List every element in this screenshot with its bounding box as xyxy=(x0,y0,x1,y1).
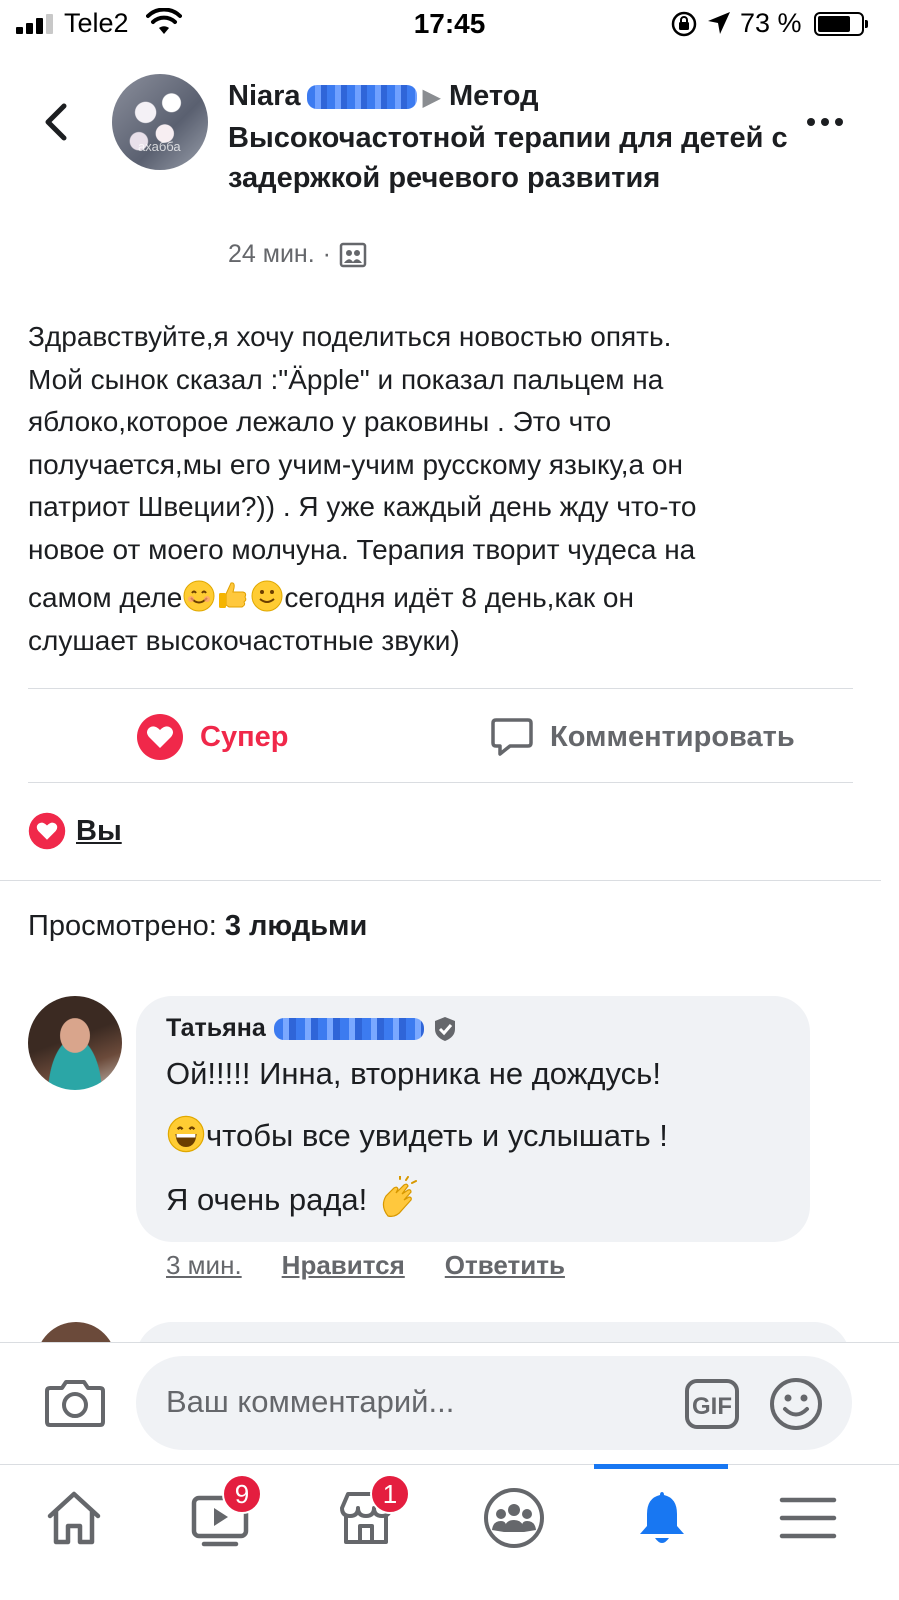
redacted-name xyxy=(306,85,417,110)
marketplace-badge: 1 xyxy=(370,1474,410,1514)
comment-text: чтобы все увидеть и услышать ! xyxy=(206,1118,668,1153)
post-line: слушает высокочастотные звуки) xyxy=(28,624,460,656)
menu-icon[interactable] xyxy=(776,1486,840,1550)
comment-button[interactable]: Комментировать xyxy=(490,712,795,762)
active-tab-indicator xyxy=(594,1464,728,1469)
post-line-text: сегодня идёт 8 день,как он xyxy=(284,582,634,613)
commenter-avatar[interactable] xyxy=(28,996,122,1090)
post-author[interactable]: Niara xyxy=(228,80,301,112)
camera-button[interactable] xyxy=(44,1374,106,1430)
location-icon xyxy=(708,12,730,34)
heart-icon xyxy=(137,714,183,760)
seen-by[interactable]: Просмотрено: 3 людьми xyxy=(28,910,367,943)
post-line: новое от моего молчуна. Терапия творит ч… xyxy=(28,533,696,565)
more-options-button[interactable] xyxy=(805,108,845,136)
post-body: Здравствуйте,я хочу поделиться новостью … xyxy=(28,316,873,662)
divider xyxy=(28,782,853,783)
heart-icon xyxy=(28,812,66,850)
post-time[interactable]: 24 мин. xyxy=(228,240,315,269)
status-bar: Tele2 17:45 73 % xyxy=(0,0,899,50)
admin-badge-icon xyxy=(434,1016,455,1041)
redacted-name xyxy=(273,1017,424,1040)
group-privacy-icon xyxy=(339,242,367,267)
section-divider xyxy=(0,880,881,881)
groups-icon[interactable] xyxy=(482,1486,546,1550)
comment-time[interactable]: 3 мин. xyxy=(166,1250,242,1281)
post-line-emoji: самом деле сегодня идёт 8 день,как он xyxy=(28,577,873,620)
battery-percent: 73 % xyxy=(740,8,802,38)
thumbs-up-icon xyxy=(219,582,247,608)
divider xyxy=(28,688,853,689)
post-line-text: самом деле xyxy=(28,582,183,613)
post-title[interactable]: Niara ▶ Метод Высокочастотной терапии для … xyxy=(228,76,788,198)
comment-actions: 3 мин. Нравится Ответить xyxy=(166,1250,565,1281)
comment-label: Комментировать xyxy=(550,720,795,753)
smiling-face-icon xyxy=(183,580,215,612)
battery-icon xyxy=(814,12,868,36)
super-reaction-button[interactable]: Супер xyxy=(136,712,288,762)
clapping-hands-icon xyxy=(382,1175,417,1217)
back-button[interactable] xyxy=(36,100,76,144)
post-line: яблоко,которое лежало у раковины . Это ч… xyxy=(28,406,612,437)
slight-smile-icon xyxy=(251,580,283,612)
post-line: Мой сынок сказал :"Äpple" и показал паль… xyxy=(28,363,664,395)
gif-button[interactable]: GIF xyxy=(684,1378,740,1430)
meta-separator: · xyxy=(322,240,331,268)
comment-text: Ой!!!!! Инна, вторника не дождусь! xyxy=(166,1056,661,1091)
post-line: Здравствуйте,я хочу поделиться новостью … xyxy=(28,321,672,352)
seen-by-prefix: Просмотрено: xyxy=(28,910,225,942)
grinning-face-icon xyxy=(167,1115,205,1153)
bell-icon[interactable] xyxy=(630,1486,694,1550)
avatar-watermark: ахабба xyxy=(138,139,181,154)
seen-by-count[interactable]: 3 людьми xyxy=(225,910,368,942)
post-line: патриот Швеции?)) . Я уже каждый день жд… xyxy=(28,491,697,522)
watch-badge: 9 xyxy=(222,1474,262,1514)
arrow-icon: ▶ xyxy=(422,84,442,111)
comment-author-name[interactable]: Татьяна xyxy=(166,1014,266,1043)
super-label: Супер xyxy=(200,720,289,753)
gif-label: GIF xyxy=(692,1393,732,1420)
comment-input-placeholder[interactable]: Ваш комментарий... xyxy=(166,1384,454,1420)
comment-icon xyxy=(491,718,533,756)
rotation-lock-icon xyxy=(671,11,697,37)
reactors-label[interactable]: Вы xyxy=(76,815,122,848)
home-icon[interactable] xyxy=(42,1486,106,1550)
comment-text: Я очень рада! xyxy=(166,1182,368,1217)
comment-text-line: Я очень рада! xyxy=(166,1175,422,1222)
post-line: получается,мы его учим-учим русскому язы… xyxy=(28,448,683,480)
comment-reply-button[interactable]: Ответить xyxy=(445,1250,565,1281)
comment-text-line: чтобы все увидеть и услышать ! xyxy=(166,1114,668,1154)
group-avatar[interactable]: ахабба xyxy=(112,74,208,170)
tab-bar xyxy=(0,1464,899,1600)
comment-author[interactable]: Татьяна xyxy=(166,1014,458,1043)
reactions-summary[interactable]: Вы xyxy=(28,812,122,850)
comment-like-button[interactable]: Нравится xyxy=(282,1250,405,1281)
emoji-picker-button[interactable] xyxy=(768,1376,824,1432)
post-meta: 24 мин. · xyxy=(228,240,367,269)
